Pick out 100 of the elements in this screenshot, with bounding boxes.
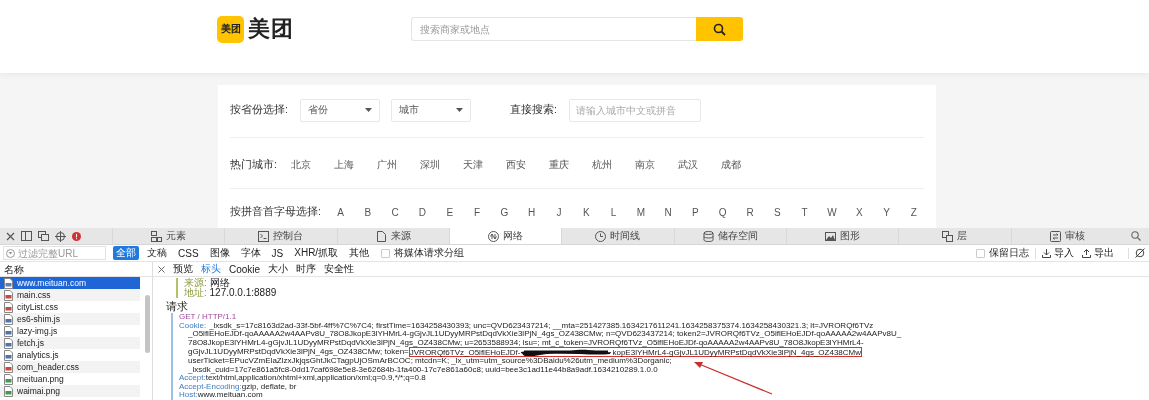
letter-link[interactable]: Z <box>900 206 928 218</box>
devtools-tab[interactable]: 审核 <box>1010 228 1123 244</box>
city-link[interactable]: 武汉 <box>677 158 698 172</box>
resource-row[interactable]: cityList.css <box>0 301 140 313</box>
city-link[interactable]: 北京 <box>290 158 311 172</box>
logo-text[interactable]: 美团 <box>248 14 294 44</box>
checkbox-label: 将媒体请求分组 <box>394 246 465 260</box>
type-filter[interactable]: JS <box>268 247 287 259</box>
type-filter[interactable]: 图像 <box>206 246 233 260</box>
city-link[interactable]: 上海 <box>333 158 354 172</box>
resource-row[interactable]: analytics.js <box>0 349 140 361</box>
devtools-tab[interactable]: 层 <box>898 228 1011 244</box>
row-label: 直接搜索: <box>509 103 557 117</box>
city-link[interactable]: 重庆 <box>548 158 569 172</box>
devtools-tab[interactable]: 控制台 <box>224 228 337 244</box>
sources-icon <box>375 230 387 242</box>
letter-link[interactable]: D <box>408 206 437 218</box>
letter-link[interactable]: E <box>436 206 464 218</box>
letter-link[interactable]: P <box>681 206 710 218</box>
city-link[interactable]: 南京 <box>634 158 655 172</box>
type-filter[interactable]: 文稿 <box>144 246 170 260</box>
checkbox-label: 保留日志 <box>989 246 1029 260</box>
letter-link[interactable]: W <box>818 206 846 218</box>
devtools-tab[interactable]: 储存空间 <box>673 228 786 244</box>
devtools-tab[interactable]: 来源 <box>336 228 449 244</box>
file-icon <box>4 349 13 361</box>
close-icon <box>158 265 165 273</box>
letter-link[interactable]: Q <box>709 206 737 218</box>
resource-row[interactable]: www.meituan.com <box>0 277 140 289</box>
type-filter[interactable]: 其他 <box>346 246 373 260</box>
download-icon <box>1042 248 1051 258</box>
devtools-tab[interactable]: 图形 <box>785 228 899 244</box>
search-field[interactable]: 搜索商家或地点 <box>411 17 696 41</box>
detail-tab[interactable]: 标头 <box>201 262 221 276</box>
search-button[interactable] <box>696 17 743 41</box>
letter-link[interactable]: C <box>381 206 409 218</box>
letter-link[interactable]: J <box>545 206 573 218</box>
resource-row[interactable]: meituan.png <box>0 373 140 385</box>
resource-row[interactable]: fetch.js <box>0 337 140 349</box>
city-link[interactable]: 西安 <box>505 158 526 172</box>
resource-row[interactable]: lazy-img.js <box>0 325 140 337</box>
detail-tab[interactable]: 时序 <box>296 262 317 276</box>
letter-link[interactable]: Y <box>872 206 901 218</box>
close-icon <box>6 231 15 241</box>
upload-icon <box>1082 248 1091 258</box>
export-button[interactable]: 导出 <box>1082 246 1114 260</box>
checkbox[interactable] <box>976 248 985 258</box>
checkbox[interactable] <box>381 248 391 258</box>
filter-field[interactable]: 过滤完整URL <box>3 246 106 260</box>
letter-link[interactable]: R <box>736 206 764 218</box>
cookie-text: userTicket=EPucVZmElaZlzxJkjqsGhtJkCTagpUjOSmArBCOC; mtcdn=K; _lx_utm=utm_source%3DBaidu%26utm_medium%3Dorganic; <box>188 357 672 365</box>
caret-icon <box>364 108 372 112</box>
city-link[interactable]: 深圳 <box>419 158 440 172</box>
city-link[interactable]: 天津 <box>462 158 483 172</box>
dropdown[interactable]: 城市 <box>390 98 471 122</box>
letter-link[interactable]: H <box>518 206 546 218</box>
letter-link[interactable]: X <box>845 206 873 218</box>
letter-link[interactable]: A <box>326 206 355 218</box>
error-icon <box>72 231 81 241</box>
windows-icon <box>38 231 49 241</box>
logo-badge[interactable]: 美团 <box>217 15 244 43</box>
type-filter[interactable]: CSS <box>175 247 202 259</box>
cookie-text: _lxsdk_cuid=17c7e861a5fc8-0dd17caf698e5e8-3e62684b-1fa400-17c7e861a60c8; uuid=bee3c1ad11e44b8a9adf.1634210289.1.0.0 <box>188 365 658 374</box>
letter-link[interactable]: N <box>654 206 682 218</box>
devtools-tab[interactable]: 时间线 <box>561 228 674 244</box>
letter-link[interactable]: T <box>790 206 819 218</box>
resource-row[interactable]: com_header.css <box>0 361 140 373</box>
elements-icon <box>151 230 163 242</box>
timeline-icon <box>595 230 607 242</box>
type-filter[interactable]: XHR/抓取 <box>291 246 342 260</box>
request-line: GET / HTTP/1.1 <box>179 313 238 322</box>
detail-tab[interactable]: 预览 <box>173 262 193 276</box>
detail-tab[interactable]: Cookie <box>229 263 261 275</box>
type-filter[interactable]: 字体 <box>237 246 264 260</box>
letter-link[interactable]: S <box>763 206 791 218</box>
city-link[interactable]: 广州 <box>376 158 397 172</box>
dropdown[interactable]: 省份 <box>299 98 380 122</box>
resource-row[interactable]: es6-shim.js <box>0 313 140 325</box>
header-value: www.meituan.com <box>197 391 263 400</box>
type-filter[interactable]: 全部 <box>113 246 139 260</box>
resource-row[interactable]: waimai.png <box>0 385 140 397</box>
letter-link[interactable]: L <box>599 206 628 218</box>
detail-tab[interactable]: 安全性 <box>324 262 355 276</box>
letter-link[interactable]: M <box>627 206 655 218</box>
summary-line: 地址: 127.0.0.1:8889 <box>184 288 278 298</box>
letter-link[interactable]: K <box>572 206 600 218</box>
devtools-tab[interactable]: 元素 <box>112 228 225 244</box>
row-label: 按拼音首字母选择: <box>230 205 321 219</box>
city-link[interactable]: 成都 <box>720 158 741 172</box>
section-title: 请求 <box>166 300 189 312</box>
letter-link[interactable]: B <box>354 206 382 218</box>
letter-link[interactable]: G <box>490 206 518 218</box>
city-search-field[interactable]: 请输入城市中文或拼音 <box>568 98 701 122</box>
city-link[interactable]: 杭州 <box>591 158 612 172</box>
import-button[interactable]: 导入 <box>1042 246 1074 260</box>
letter-link[interactable]: F <box>463 206 491 218</box>
devtools-tab[interactable]: 网络 <box>449 228 562 244</box>
resource-row[interactable]: main.css <box>0 289 140 301</box>
detail-tab[interactable]: 大小 <box>268 262 289 276</box>
file-icon <box>4 373 13 385</box>
